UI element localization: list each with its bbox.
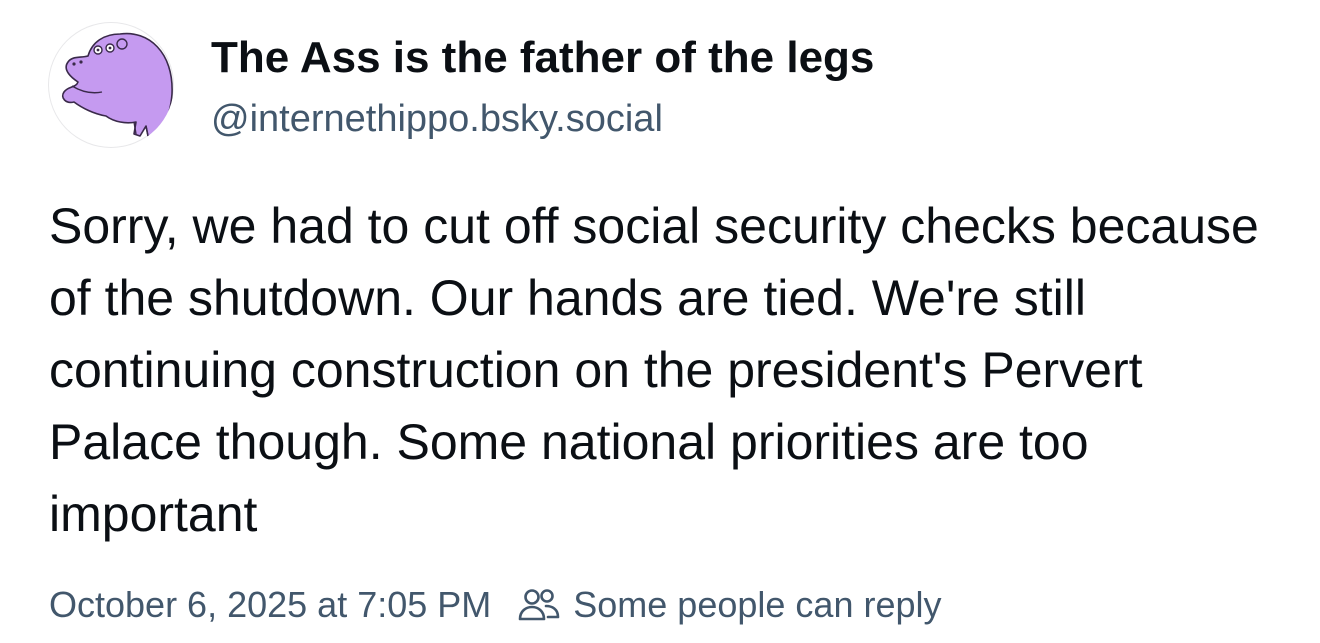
author-display-name[interactable]: The Ass is the father of the legs bbox=[211, 30, 874, 86]
post-text: Sorry, we had to cut off social security… bbox=[49, 198, 1259, 542]
hippo-avatar-icon bbox=[61, 32, 173, 137]
author-handle[interactable]: @internethippo.bsky.social bbox=[211, 94, 663, 144]
author-avatar[interactable] bbox=[48, 22, 174, 148]
post-timestamp[interactable]: October 6, 2025 at 7:05 PM bbox=[49, 584, 491, 626]
people-icon bbox=[517, 583, 561, 627]
reply-setting-label[interactable]: Some people can reply bbox=[573, 584, 941, 626]
post: The Ass is the father of the legs @inter… bbox=[0, 0, 1320, 643]
post-meta: October 6, 2025 at 7:05 PM Some people c… bbox=[49, 580, 942, 630]
